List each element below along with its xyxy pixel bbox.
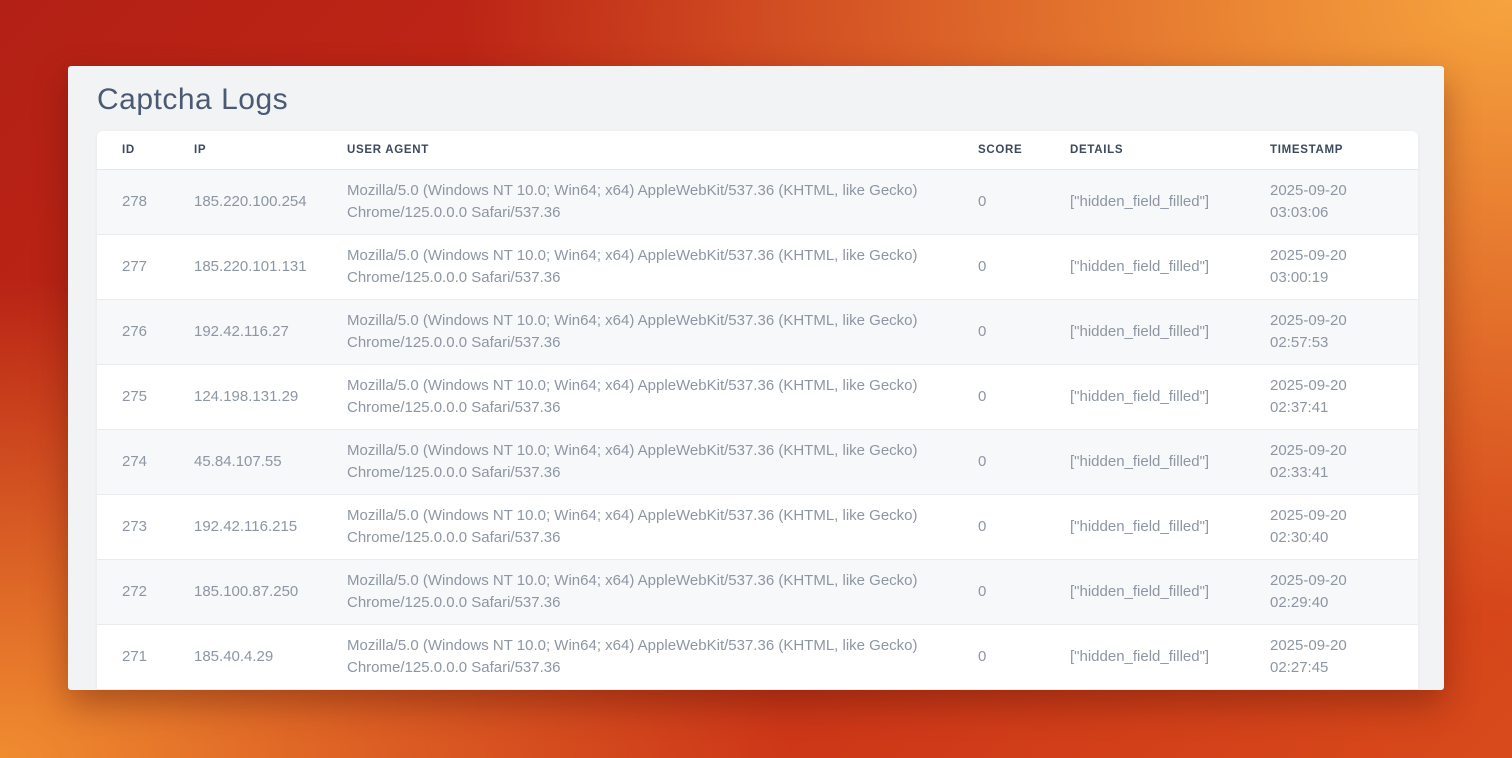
cell-score: 0 <box>953 364 1045 429</box>
cell-details: ["hidden_field_filled"] <box>1045 364 1245 429</box>
cell-score: 0 <box>953 559 1045 624</box>
cell-user-agent: Mozilla/5.0 (Windows NT 10.0; Win64; x64… <box>322 624 953 689</box>
cell-timestamp: 2025-09-20 03:00:19 <box>1245 234 1418 299</box>
cell-score: 0 <box>953 429 1045 494</box>
cell-ip: 185.40.4.29 <box>169 624 322 689</box>
column-header-ip: IP <box>169 131 322 169</box>
cell-user-agent: Mozilla/5.0 (Windows NT 10.0; Win64; x64… <box>322 169 953 234</box>
cell-ip: 185.220.101.131 <box>169 234 322 299</box>
table-body: 278 185.220.100.254 Mozilla/5.0 (Windows… <box>97 169 1418 689</box>
cell-ip: 192.42.116.215 <box>169 494 322 559</box>
cell-timestamp: 2025-09-20 03:03:06 <box>1245 169 1418 234</box>
logs-table-container: ID IP USER AGENT SCORE DETAILS TIMESTAMP… <box>97 131 1418 690</box>
page-title: Captcha Logs <box>68 66 1444 119</box>
gradient-background: { "colors": { "background_top_left": "#b… <box>0 0 1512 758</box>
cell-user-agent: Mozilla/5.0 (Windows NT 10.0; Win64; x64… <box>322 559 953 624</box>
table-row: 271 185.40.4.29 Mozilla/5.0 (Windows NT … <box>97 624 1418 689</box>
table-header-row: ID IP USER AGENT SCORE DETAILS TIMESTAMP <box>97 131 1418 169</box>
cell-score: 0 <box>953 234 1045 299</box>
table-row: 273 192.42.116.215 Mozilla/5.0 (Windows … <box>97 494 1418 559</box>
cell-timestamp: 2025-09-20 02:27:45 <box>1245 624 1418 689</box>
table-row: 272 185.100.87.250 Mozilla/5.0 (Windows … <box>97 559 1418 624</box>
cell-timestamp: 2025-09-20 02:57:53 <box>1245 299 1418 364</box>
column-header-timestamp: TIMESTAMP <box>1245 131 1418 169</box>
cell-score: 0 <box>953 169 1045 234</box>
column-header-id: ID <box>97 131 169 169</box>
cell-id: 274 <box>97 429 169 494</box>
cell-id: 278 <box>97 169 169 234</box>
table-row: 274 45.84.107.55 Mozilla/5.0 (Windows NT… <box>97 429 1418 494</box>
cell-id: 277 <box>97 234 169 299</box>
column-header-user-agent: USER AGENT <box>322 131 953 169</box>
cell-details: ["hidden_field_filled"] <box>1045 494 1245 559</box>
cell-ip: 185.220.100.254 <box>169 169 322 234</box>
cell-user-agent: Mozilla/5.0 (Windows NT 10.0; Win64; x64… <box>322 234 953 299</box>
cell-user-agent: Mozilla/5.0 (Windows NT 10.0; Win64; x64… <box>322 364 953 429</box>
table-row: 275 124.198.131.29 Mozilla/5.0 (Windows … <box>97 364 1418 429</box>
cell-user-agent: Mozilla/5.0 (Windows NT 10.0; Win64; x64… <box>322 494 953 559</box>
logs-table: ID IP USER AGENT SCORE DETAILS TIMESTAMP… <box>97 131 1418 690</box>
table-row: 276 192.42.116.27 Mozilla/5.0 (Windows N… <box>97 299 1418 364</box>
column-header-details: DETAILS <box>1045 131 1245 169</box>
cell-details: ["hidden_field_filled"] <box>1045 429 1245 494</box>
cell-score: 0 <box>953 624 1045 689</box>
cell-id: 272 <box>97 559 169 624</box>
cell-id: 273 <box>97 494 169 559</box>
cell-ip: 185.100.87.250 <box>169 559 322 624</box>
cell-id: 276 <box>97 299 169 364</box>
cell-details: ["hidden_field_filled"] <box>1045 169 1245 234</box>
cell-timestamp: 2025-09-20 02:37:41 <box>1245 364 1418 429</box>
cell-user-agent: Mozilla/5.0 (Windows NT 10.0; Win64; x64… <box>322 429 953 494</box>
cell-details: ["hidden_field_filled"] <box>1045 624 1245 689</box>
cell-timestamp: 2025-09-20 02:30:40 <box>1245 494 1418 559</box>
cell-score: 0 <box>953 299 1045 364</box>
cell-ip: 124.198.131.29 <box>169 364 322 429</box>
cell-ip: 192.42.116.27 <box>169 299 322 364</box>
cell-details: ["hidden_field_filled"] <box>1045 299 1245 364</box>
cell-details: ["hidden_field_filled"] <box>1045 559 1245 624</box>
column-header-score: SCORE <box>953 131 1045 169</box>
cell-ip: 45.84.107.55 <box>169 429 322 494</box>
captcha-logs-card: Captcha Logs ID IP USER AGENT SCORE DETA… <box>68 66 1444 690</box>
cell-id: 271 <box>97 624 169 689</box>
cell-timestamp: 2025-09-20 02:29:40 <box>1245 559 1418 624</box>
cell-id: 275 <box>97 364 169 429</box>
cell-timestamp: 2025-09-20 02:33:41 <box>1245 429 1418 494</box>
table-row: 278 185.220.100.254 Mozilla/5.0 (Windows… <box>97 169 1418 234</box>
cell-user-agent: Mozilla/5.0 (Windows NT 10.0; Win64; x64… <box>322 299 953 364</box>
cell-score: 0 <box>953 494 1045 559</box>
cell-details: ["hidden_field_filled"] <box>1045 234 1245 299</box>
table-row: 277 185.220.101.131 Mozilla/5.0 (Windows… <box>97 234 1418 299</box>
